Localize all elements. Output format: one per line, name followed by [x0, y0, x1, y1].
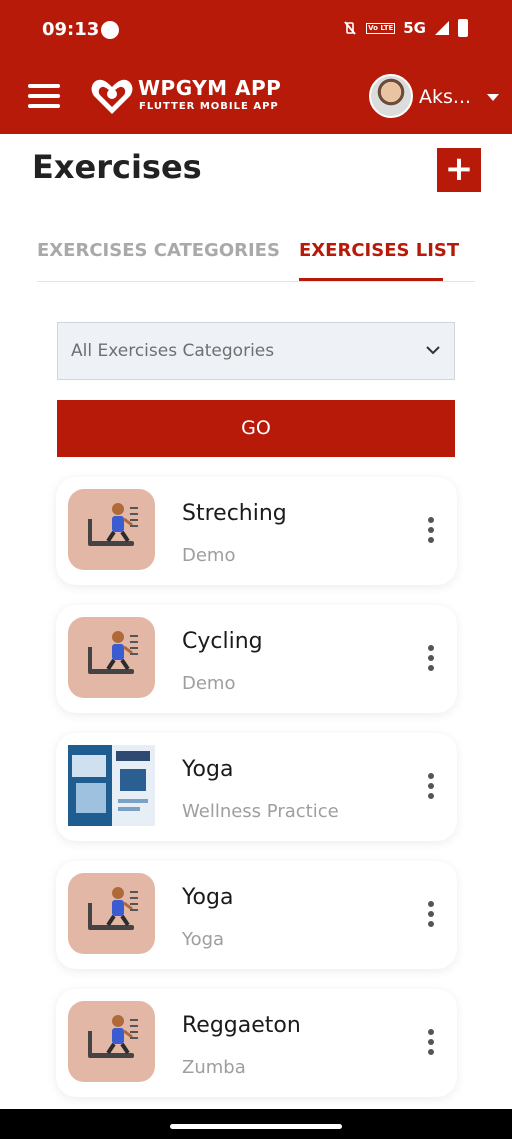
- exercise-card[interactable]: Yoga Wellness Practice: [56, 733, 457, 841]
- exercise-category: Yoga: [182, 929, 225, 950]
- exercise-title: Reggaeton: [182, 1013, 301, 1038]
- treadmill-runner-icon: [68, 617, 155, 698]
- exercise-category: Demo: [182, 673, 236, 694]
- exercise-category: Zumba: [182, 1057, 246, 1078]
- network-type: 5G: [403, 19, 426, 37]
- chevron-down-icon[interactable]: [487, 94, 499, 101]
- more-options-icon[interactable]: [427, 773, 435, 801]
- tab-bar: EXERCISES CATEGORIES EXERCISES LIST: [37, 232, 475, 282]
- more-options-icon[interactable]: [427, 1029, 435, 1057]
- signal-icon: [435, 21, 449, 35]
- plugin-screenshot-image: [68, 745, 155, 826]
- active-tab-indicator: [299, 278, 443, 281]
- exercise-title: Yoga: [182, 885, 234, 910]
- tab-exercises-categories[interactable]: EXERCISES CATEGORIES: [37, 240, 280, 261]
- exercise-category: Wellness Practice: [182, 801, 339, 822]
- exercise-card[interactable]: Cycling Demo: [56, 605, 457, 713]
- page-title: Exercises: [32, 148, 202, 186]
- exercise-title: Yoga: [182, 757, 234, 782]
- brand-title: WPGYM APP: [138, 76, 282, 100]
- treadmill-runner-icon: [68, 873, 155, 954]
- battery-icon: [458, 19, 468, 37]
- system-nav-bar: [0, 1109, 512, 1139]
- gesture-handle[interactable]: [170, 1124, 342, 1129]
- call-icon: [101, 21, 119, 39]
- heart-logo-icon: [91, 79, 133, 114]
- exercise-card[interactable]: Reggaeton Zumba: [56, 989, 457, 1097]
- exercise-card[interactable]: Yoga Yoga: [56, 861, 457, 969]
- exercise-category: Demo: [182, 545, 236, 566]
- status-bar: 09:13 Vo LTE 5G: [0, 0, 512, 60]
- app-bar: WPGYM APP FLUTTER MOBILE APP Aks...: [0, 60, 512, 134]
- more-options-icon[interactable]: [427, 517, 435, 545]
- treadmill-runner-icon: [68, 1001, 155, 1082]
- tab-exercises-list[interactable]: EXERCISES LIST: [299, 240, 459, 261]
- main-content: Exercises + EXERCISES CATEGORIES EXERCIS…: [0, 134, 512, 1109]
- chevron-down-icon: [426, 346, 440, 355]
- user-name[interactable]: Aks...: [419, 86, 471, 108]
- more-options-icon[interactable]: [427, 645, 435, 673]
- exercise-title: Cycling: [182, 629, 263, 654]
- go-button[interactable]: GO: [57, 400, 455, 457]
- exercise-card[interactable]: Streching Demo: [56, 477, 457, 585]
- menu-icon[interactable]: [28, 84, 60, 108]
- volte-icon: Vo LTE: [366, 22, 396, 34]
- treadmill-runner-icon: [68, 489, 155, 570]
- category-dropdown[interactable]: All Exercises Categories: [57, 322, 455, 380]
- brand-subtitle: FLUTTER MOBILE APP: [139, 101, 279, 112]
- more-options-icon[interactable]: [427, 901, 435, 929]
- category-dropdown-value: All Exercises Categories: [71, 341, 275, 361]
- status-icons: Vo LTE 5G: [342, 19, 468, 37]
- vibrate-mute-icon: [344, 21, 356, 35]
- status-time: 09:13: [42, 19, 100, 40]
- add-exercise-button[interactable]: +: [437, 148, 481, 192]
- exercise-title: Streching: [182, 501, 287, 526]
- avatar[interactable]: [369, 74, 413, 118]
